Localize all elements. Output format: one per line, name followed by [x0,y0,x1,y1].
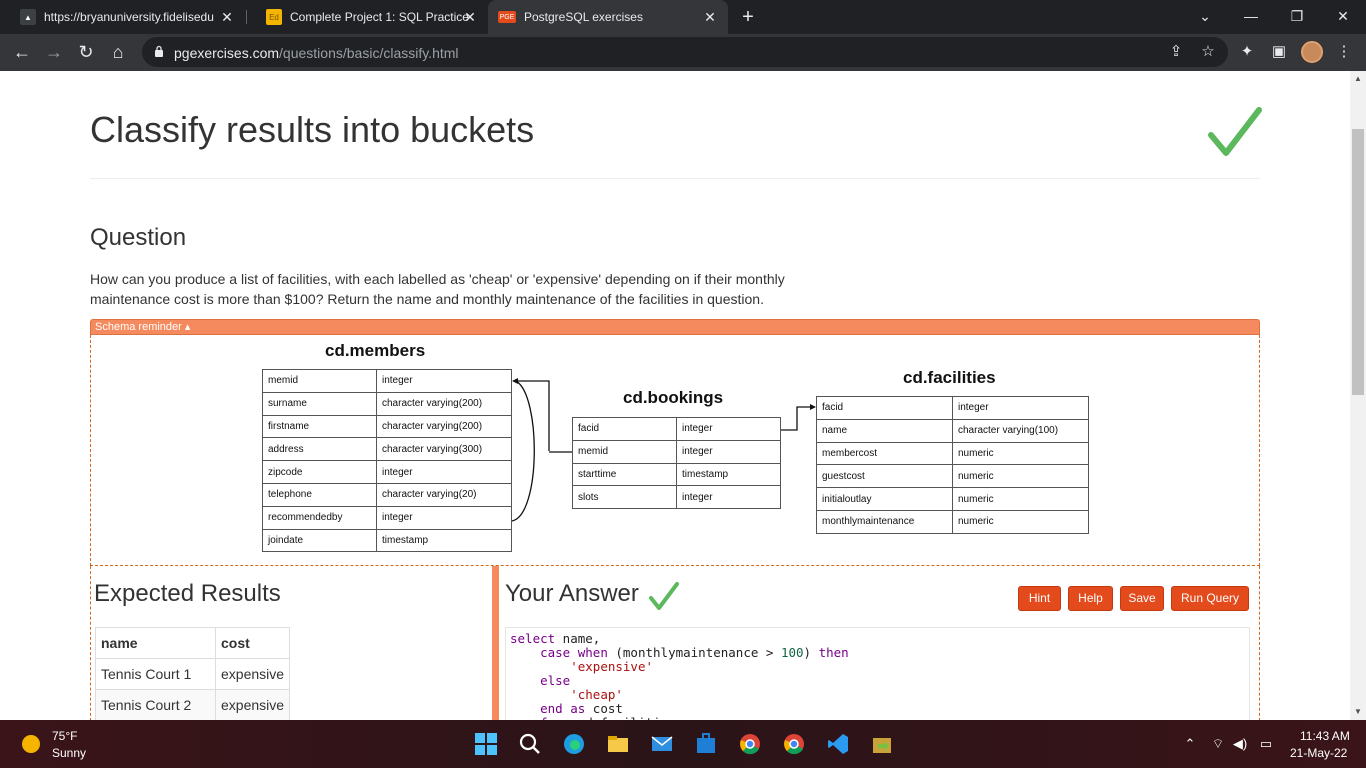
windows-taskbar: 75°F Sunny ⌃ ⌔ ◀) ▭ 11:43 AM 21-May-22 [0,720,1366,768]
question-text: How can you produce a list of facilities… [90,271,785,307]
url-text: pgexercises.com/questions/basic/classify… [174,45,459,61]
university-favicon-icon: ▲ [20,9,36,25]
tab-title: Complete Project 1: SQL Practice [290,10,469,24]
chrome-profile-icon[interactable] [737,731,763,757]
lock-icon [155,45,163,57]
sql-editor[interactable]: select name, case when (monthlymaintenan… [505,627,1250,720]
minimize-button[interactable]: — [1228,0,1274,34]
pge-favicon-icon: PGE [498,11,516,23]
clock-date[interactable]: 21-May-22 [1290,746,1347,760]
checkmark-icon [649,582,679,610]
profile-avatar[interactable] [1301,41,1323,63]
relationship-arrows [511,378,816,522]
bookmark-star-icon[interactable]: ☆ [1198,42,1218,62]
file-explorer-icon[interactable] [605,731,631,757]
share-icon[interactable]: ⇪ [1166,42,1186,62]
column-header-cost: cost [214,627,291,659]
browser-toolbar: ← → ↻ ⌂ pgexercises.com/questions/basic/… [0,34,1366,71]
resize-divider[interactable] [492,566,499,720]
side-panel-icon[interactable]: ▣ [1269,42,1289,62]
table-header-row: name cost [95,627,291,659]
search-icon[interactable] [517,731,543,757]
hint-button[interactable]: Hint [1018,586,1061,611]
page-title: Classify results into buckets [90,109,535,150]
windows-start-icon[interactable] [473,731,499,757]
home-icon[interactable]: ⌂ [106,41,130,65]
restore-button[interactable]: ❐ [1274,0,1320,34]
help-button[interactable]: Help [1068,586,1113,611]
tab-search-icon[interactable]: ⌄ [1182,0,1228,34]
table-cell: Tennis Court 2 [95,689,216,720]
close-tab-icon[interactable]: ✕ [702,9,718,25]
close-tab-icon[interactable]: ✕ [219,9,235,25]
tab-title: https://bryanuniversity.fidelisedu [44,10,214,24]
divider-line [90,178,1260,179]
table-cell: expensive [214,658,291,690]
close-tab-icon[interactable]: ✕ [462,9,478,25]
tab-sql-practice[interactable]: Ed Complete Project 1: SQL Practice ✕ [246,0,488,34]
battery-icon[interactable]: ▭ [1256,734,1276,754]
scrollbar-thumb[interactable] [1352,129,1364,395]
tab-postgresql-exercises[interactable]: PGE PostgreSQL exercises ✕ [488,0,728,34]
run-query-button[interactable]: Run Query [1171,586,1249,611]
save-button[interactable]: Save [1120,586,1164,611]
mail-icon[interactable] [649,731,675,757]
menu-kebab-icon[interactable]: ⋮ [1334,42,1354,62]
back-arrow-icon[interactable]: ← [10,41,34,65]
schema-diagram: cd.members memid integer surname character … [90,335,1260,566]
reload-icon[interactable]: ↻ [74,41,98,65]
schema-reminder-toggle[interactable]: Schema reminder ▴ [90,319,1260,335]
new-tab-button[interactable]: + [737,6,759,28]
show-hidden-icons-icon[interactable]: ⌃ [1180,734,1200,754]
edge-browser-icon[interactable] [561,731,587,757]
document-favicon-icon: Ed [266,9,282,25]
expected-results-heading: Expected Results [94,580,281,607]
page-viewport: Classify results into buckets Question H… [0,71,1350,720]
url-host: pgexercises.com [174,45,280,61]
chrome-icon[interactable] [781,731,807,757]
forward-arrow-icon[interactable]: → [42,41,66,65]
vscode-icon[interactable] [825,731,851,757]
address-bar[interactable]: pgexercises.com/questions/basic/classify… [142,37,1228,67]
tab-title: PostgreSQL exercises [524,10,643,24]
your-answer-heading: Your Answer [505,580,639,607]
clock-time[interactable]: 11:43 AM [1300,729,1350,743]
column-header-name: name [95,627,216,659]
table-cell: expensive [214,689,291,720]
volume-icon[interactable]: ◀) [1230,734,1250,754]
tab-strip: ▲ https://bryanuniversity.fidelisedu ✕ E… [0,0,1366,34]
sun-weather-icon[interactable] [22,735,40,753]
close-window-button[interactable]: ✕ [1320,0,1366,34]
extensions-puzzle-icon[interactable]: ✦ [1237,42,1257,62]
store-icon[interactable] [693,731,719,757]
table-row: Tennis Court 2 expensive [95,689,291,720]
archive-app-icon[interactable] [869,731,895,757]
page-scrollbar[interactable]: ▲ ▼ [1350,71,1366,720]
tab-bryan-university[interactable]: ▲ https://bryanuniversity.fidelisedu ✕ [0,0,245,34]
url-path: /questions/basic/classify.html [279,45,459,61]
table-cell: Tennis Court 1 [95,658,216,690]
wifi-icon[interactable]: ⌔ [1208,734,1228,754]
expected-results-table: name cost Tennis Court 1 expensive Tenni… [95,627,291,720]
weather-temperature[interactable]: 75°F [52,729,77,743]
question-heading: Question [90,224,187,251]
table-row: Tennis Court 1 expensive [95,658,291,690]
checkmark-icon [1208,107,1262,156]
scroll-up-arrow-icon[interactable]: ▲ [1350,71,1366,87]
weather-description[interactable]: Sunny [52,746,86,760]
scroll-down-arrow-icon[interactable]: ▼ [1350,704,1366,720]
